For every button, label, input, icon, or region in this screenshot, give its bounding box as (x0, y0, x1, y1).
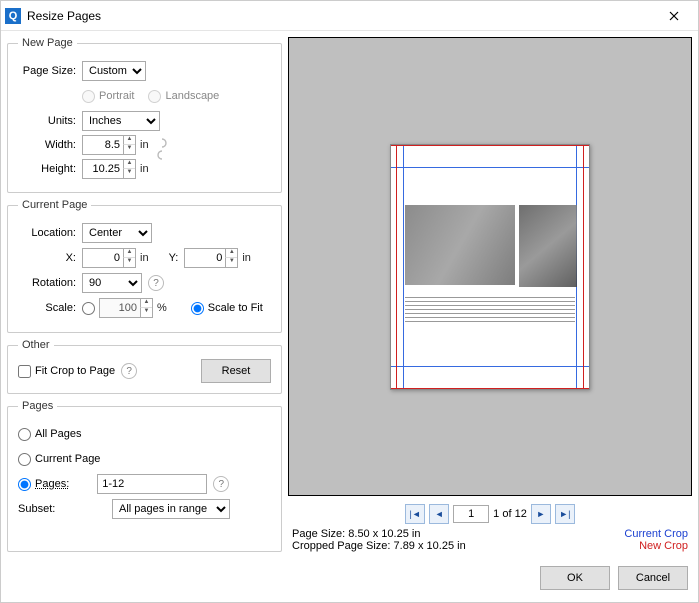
current-crop-line (403, 145, 404, 389)
subset-select[interactable]: All pages in range (112, 499, 230, 519)
rotation-select[interactable]: 90 (82, 273, 142, 293)
scale-spinner: ▲▼ (99, 298, 153, 318)
spinner-down-icon[interactable]: ▼ (123, 169, 135, 178)
new-crop-line (396, 145, 397, 389)
other-legend: Other (18, 339, 54, 351)
last-page-button[interactable]: ►| (555, 504, 575, 524)
preview-frame (288, 37, 692, 496)
window-title: Resize Pages (27, 9, 654, 23)
height-suffix: in (140, 163, 149, 175)
first-page-button[interactable]: |◄ (405, 504, 425, 524)
height-spinner[interactable]: ▲▼ (82, 159, 136, 179)
all-pages-radio[interactable]: All Pages (18, 428, 81, 441)
page-illustration (405, 205, 515, 285)
spinner-up-icon[interactable]: ▲ (123, 136, 135, 145)
titlebar: Q Resize Pages (1, 1, 698, 31)
location-select[interactable]: Center (82, 223, 152, 243)
cancel-button[interactable]: Cancel (618, 566, 688, 590)
width-spinner[interactable]: ▲▼ (82, 135, 136, 155)
current-crop-line (391, 366, 589, 367)
pages-group: Pages All Pages Current Page Pages: ? Su… (7, 400, 282, 552)
height-input[interactable] (83, 160, 123, 178)
width-label: Width: (18, 139, 76, 151)
portrait-radio: Portrait (82, 90, 134, 103)
new-crop-line (583, 145, 584, 389)
new-crop-line (391, 388, 589, 389)
prev-page-button[interactable]: ◄ (429, 504, 449, 524)
new-page-legend: New Page (18, 37, 77, 49)
current-page-legend: Current Page (18, 199, 91, 211)
location-label: Location: (18, 227, 76, 239)
help-icon[interactable]: ? (121, 363, 137, 379)
units-select[interactable]: Inches (82, 111, 160, 131)
page-illustration (519, 205, 577, 287)
cropped-size-info-value: 7.89 x 10.25 in (394, 540, 466, 552)
reset-button[interactable]: Reset (201, 359, 271, 383)
page-number-input[interactable] (453, 505, 489, 523)
scale-input (100, 299, 140, 317)
current-page-radio[interactable]: Current Page (18, 453, 100, 466)
app-icon: Q (5, 8, 21, 24)
y-label: Y: (169, 252, 179, 264)
page-size-info-value: 8.50 x 10.25 in (348, 528, 420, 540)
ok-button[interactable]: OK (540, 566, 610, 590)
current-page-group: Current Page Location: Center X: ▲▼ in Y… (7, 199, 282, 333)
pages-range-radio[interactable]: Pages: (18, 478, 69, 491)
units-label: Units: (18, 115, 76, 127)
subset-label: Subset: (18, 503, 60, 515)
fit-crop-check[interactable]: Fit Crop to Page (18, 365, 115, 378)
close-button[interactable] (654, 2, 694, 30)
other-group: Other Fit Crop to Page ? Reset (7, 339, 282, 394)
page-nav: |◄ ◄ 1 of 12 ► ►| (288, 496, 692, 528)
close-icon (669, 11, 679, 21)
current-crop-legend: Current Crop (624, 528, 688, 540)
page-count-label: 1 of 12 (493, 508, 527, 520)
cropped-size-info-label: Cropped Page Size: (292, 540, 390, 552)
new-crop-legend: New Crop (639, 540, 688, 552)
help-icon[interactable]: ? (148, 275, 164, 291)
help-icon[interactable]: ? (213, 476, 229, 492)
page-size-label: Page Size: (18, 65, 76, 77)
y-spinner[interactable]: ▲▼ (184, 248, 238, 268)
height-label: Height: (18, 163, 76, 175)
dialog-footer: OK Cancel (1, 558, 698, 598)
current-crop-line (391, 167, 589, 168)
link-dimensions-icon[interactable] (155, 135, 169, 163)
width-suffix: in (140, 139, 149, 151)
spinner-down-icon[interactable]: ▼ (123, 145, 135, 154)
x-spinner[interactable]: ▲▼ (82, 248, 136, 268)
page-size-info-label: Page Size: (292, 528, 345, 540)
pages-range-input[interactable] (97, 474, 207, 494)
spinner-up-icon[interactable]: ▲ (123, 160, 135, 169)
width-input[interactable] (83, 136, 123, 154)
page-size-select[interactable]: Custom (82, 61, 146, 81)
page-preview (390, 144, 590, 390)
new-crop-line (391, 145, 589, 146)
scale-percent-radio[interactable] (82, 302, 95, 315)
rotation-label: Rotation: (18, 277, 76, 289)
x-label: X: (18, 252, 76, 264)
new-page-group: New Page Page Size: Custom Portrait Land… (7, 37, 282, 193)
resize-pages-dialog: Q Resize Pages New Page Page Size: Custo… (0, 0, 699, 603)
pages-legend: Pages (18, 400, 57, 412)
scale-label: Scale: (18, 302, 76, 314)
scale-to-fit-radio[interactable]: Scale to Fit (191, 302, 263, 315)
y-input[interactable] (185, 249, 225, 267)
next-page-button[interactable]: ► (531, 504, 551, 524)
x-input[interactable] (83, 249, 123, 267)
landscape-radio: Landscape (148, 90, 219, 103)
